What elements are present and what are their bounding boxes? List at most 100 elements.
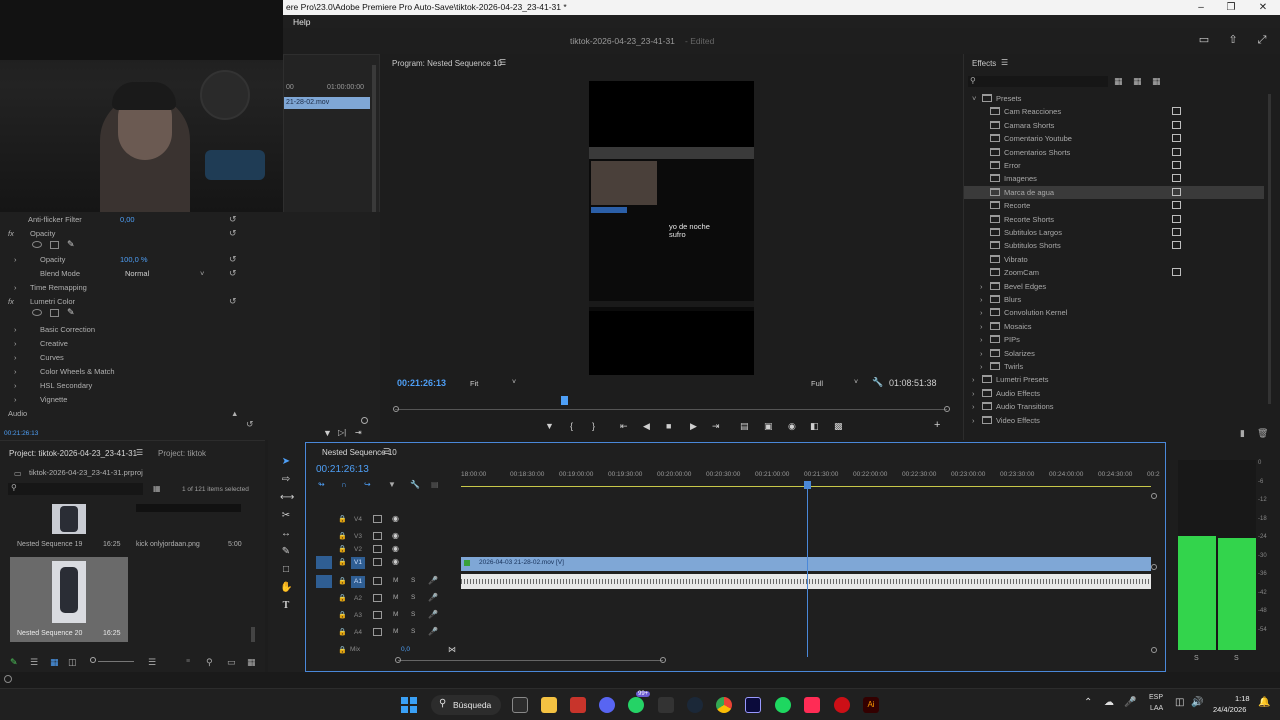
effects-tree-item[interactable]: › Audio Transitions (964, 400, 1264, 413)
scroll-handle[interactable] (1151, 564, 1157, 570)
eye-icon[interactable]: ◉ (392, 531, 399, 540)
expand-arrow-icon[interactable]: › (980, 335, 983, 344)
effects-scrollbar[interactable] (1268, 94, 1271, 404)
eye-icon[interactable]: ◉ (392, 514, 399, 523)
project-scrollbar[interactable] (251, 627, 255, 642)
solo-right-button[interactable]: S (1234, 655, 1239, 662)
quality-select[interactable]: Full (811, 379, 823, 388)
ec-row[interactable]: › HSL Secondary (0, 378, 245, 392)
whatsapp-icon[interactable] (628, 697, 644, 713)
ec-timecode[interactable]: 00:21:26:13 (4, 430, 38, 437)
program-title[interactable]: Program: Nested Sequence 10 (392, 59, 502, 68)
scrub-start-handle[interactable] (393, 406, 399, 412)
add-marker-icon[interactable]: ▼ (388, 480, 396, 489)
program-playhead[interactable] (561, 396, 568, 405)
lock-icon[interactable]: 🔒 (338, 577, 347, 585)
workspace-icon[interactable]: ▭ (1197, 34, 1211, 46)
effects-tree-item[interactable]: › Blurs (964, 293, 1264, 306)
nest-icon[interactable]: ↬ (318, 480, 325, 489)
expand-arrow-icon[interactable]: › (972, 402, 975, 411)
sync-lock-icon[interactable] (373, 545, 382, 553)
mute-button[interactable]: M (393, 628, 398, 635)
list-view-icon[interactable]: ☰ (30, 657, 38, 668)
ec-row[interactable]: Anti-flicker Filter 0,00 ↺ (0, 212, 245, 226)
expand-arrow-icon[interactable]: › (972, 416, 975, 425)
network-icon[interactable]: ◫ (1175, 697, 1184, 708)
expand-arrow-icon[interactable]: › (980, 362, 983, 371)
step-back-icon[interactable]: ◀ (643, 421, 650, 432)
spotify-icon[interactable] (775, 697, 791, 713)
audio-clip[interactable] (461, 574, 1151, 589)
taskview-icon[interactable] (512, 697, 528, 713)
lock-icon[interactable]: 🔒 (338, 515, 347, 523)
cloud-icon[interactable]: ☁ (1104, 697, 1114, 708)
tab-project-2[interactable]: Project: tiktok (158, 449, 206, 458)
track-name[interactable]: V1 (351, 557, 365, 569)
epic-games-icon[interactable] (658, 697, 674, 713)
file-explorer-icon[interactable] (541, 697, 557, 713)
effects-tree-item[interactable]: Imagenes (964, 172, 1264, 185)
step-forward-icon[interactable]: ▶ (690, 421, 697, 432)
audio-track-header[interactable]: 🔒 A2 M S 🎤 (306, 592, 466, 608)
effects-tree-item[interactable]: › Twirls (964, 360, 1264, 373)
scrub-end-handle[interactable] (944, 406, 950, 412)
sync-lock-icon[interactable] (373, 577, 382, 585)
ec-value[interactable]: 100,0 % (120, 255, 148, 264)
effects-tree-item[interactable]: › Mosaics (964, 320, 1264, 333)
expand-arrow-icon[interactable]: › (980, 295, 983, 304)
wrench-icon[interactable]: 🔧 (410, 480, 420, 489)
effects-tree-item[interactable]: Cam Reacciones (964, 105, 1264, 118)
pen-mask-icon[interactable]: ✎ (67, 239, 75, 250)
effects-tree-item[interactable]: Camara Shorts (964, 119, 1264, 132)
ec-row[interactable]: › Time Remapping (0, 280, 245, 294)
stop-icon[interactable]: ■ (666, 421, 671, 431)
source-patch[interactable] (316, 575, 332, 588)
lock-icon[interactable]: 🔒 (338, 558, 347, 566)
solo-button[interactable]: S (411, 628, 415, 635)
add-button-icon[interactable]: + (934, 419, 940, 431)
rect-mask-icon[interactable] (50, 241, 59, 249)
notifications-icon[interactable]: 🔔 (1258, 697, 1270, 708)
comparison-view-icon[interactable]: ◧ (810, 421, 819, 432)
effects-tree-item[interactable]: › Lumetri Presets (964, 373, 1264, 386)
effects-tree-item[interactable]: Subtitulos Shorts (964, 239, 1264, 252)
premiere-icon[interactable] (745, 697, 761, 713)
taskbar-search[interactable]: ⚲ Búsqueda (431, 695, 501, 715)
hscroll-start-handle[interactable] (395, 657, 401, 663)
camera-icon[interactable]: ◉ (788, 421, 796, 432)
lock-icon[interactable]: 🔒 (338, 594, 347, 602)
blend-mode-select[interactable]: Normal (125, 269, 149, 278)
effects-tree-item[interactable]: › Video Effects (964, 414, 1264, 427)
eye-icon[interactable]: ◉ (392, 544, 399, 553)
timeline-timecode[interactable]: 00:21:26:13 (316, 464, 369, 475)
reset-icon[interactable]: ↺ (229, 214, 237, 225)
lock-icon[interactable]: 🔒 (338, 646, 347, 654)
minimize-button[interactable]: – (1186, 0, 1216, 15)
effects-tree-item[interactable]: Subtitulos Largos (964, 226, 1264, 239)
ec-row[interactable]: › Color Wheels & Match (0, 364, 245, 378)
go-to-in-icon[interactable]: ⇤ (620, 421, 628, 432)
effects-tree-item[interactable]: Recorte (964, 199, 1264, 212)
maximize-button[interactable]: ❐ (1216, 0, 1246, 15)
track-name[interactable]: V3 (351, 531, 365, 543)
program-timecode[interactable]: 00:21:26:13 (397, 378, 446, 388)
menu-help[interactable]: Help (293, 17, 310, 27)
playhead-handle[interactable] (804, 481, 811, 489)
snap-icon[interactable]: ∩ (341, 480, 347, 489)
pen-icon[interactable]: ✎ (10, 657, 18, 668)
discord-icon[interactable] (599, 697, 615, 713)
project-search-input[interactable]: ⚲ (8, 483, 143, 495)
selected-item-card[interactable]: Nested Sequence 20 16:25 (10, 557, 128, 642)
effects-tree-item[interactable]: › Bevel Edges (964, 280, 1264, 293)
audio-track-header[interactable]: 🔒 A1 M S 🎤 (306, 575, 466, 591)
zoom-slider-handle[interactable] (90, 657, 96, 663)
expand-arrow-icon[interactable]: › (980, 322, 983, 331)
solo-button[interactable]: S (411, 577, 415, 584)
track-name[interactable]: V4 (351, 514, 365, 526)
audio-track-header[interactable]: 🔒 A4 M S 🎤 (306, 626, 466, 642)
sync-lock-icon[interactable] (373, 628, 382, 636)
item-name[interactable]: kick onlyjordaan.png (136, 541, 200, 548)
source-clip[interactable]: 21-28-02.mov (284, 97, 370, 109)
go-to-end-icon[interactable]: ⋈ (448, 645, 456, 654)
automate-icon[interactable]: ≡ (186, 658, 190, 665)
